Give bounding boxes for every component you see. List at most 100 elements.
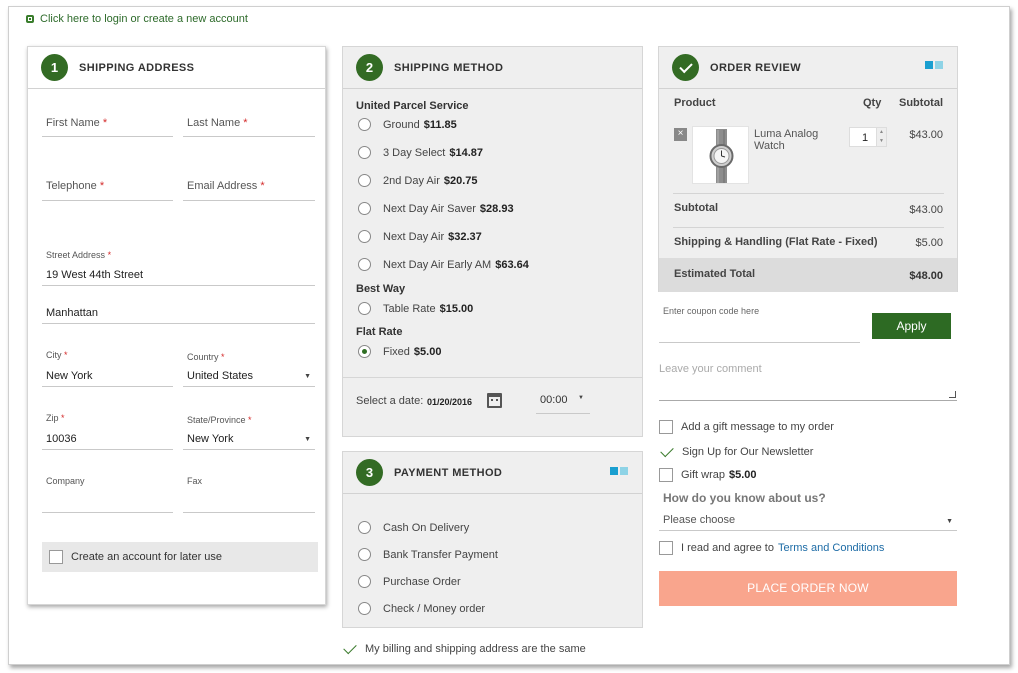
payment-method-panel: 3 PAYMENT METHOD Cash On Delivery Bank T…: [342, 451, 643, 628]
quantity-stepper[interactable]: 1 ▲ ▼: [849, 127, 887, 147]
fax-label: Fax: [187, 476, 203, 486]
rate-label: 2nd Day Air: [383, 174, 440, 187]
col-qty: Qty: [863, 97, 882, 109]
divider: [673, 193, 944, 194]
comment-textarea[interactable]: Leave your comment: [659, 360, 957, 401]
step-number-2: 2: [356, 54, 383, 81]
product-name[interactable]: Luma Analog Watch: [754, 128, 834, 152]
stepper-arrows-icon[interactable]: ▲ ▼: [876, 128, 886, 146]
radio-button[interactable]: [358, 174, 371, 187]
place-order-button[interactable]: PLACE ORDER NOW: [659, 571, 957, 606]
radio-button[interactable]: [358, 202, 371, 215]
shipping-method-header: 2 SHIPPING METHOD: [343, 47, 642, 89]
rate-price: $63.64: [495, 258, 529, 271]
email-field[interactable]: Email Address *: [183, 171, 315, 201]
login-link[interactable]: Click here to login or create a new acco…: [26, 13, 248, 25]
shipping-method-title: SHIPPING METHOD: [394, 61, 504, 74]
gift-wrap-price: $5.00: [729, 469, 757, 481]
step-number-3: 3: [356, 459, 383, 486]
login-link-text[interactable]: Click here to login or create a new acco…: [40, 13, 248, 25]
telephone-field[interactable]: Telephone *: [42, 171, 173, 201]
country-select[interactable]: Country * United States ▼: [183, 347, 315, 387]
street-line2-value: Manhattan: [46, 307, 98, 319]
shipping-handling-label: Shipping & Handling (Flat Rate - Fixed): [674, 236, 878, 248]
gift-wrap-option[interactable]: Gift wrap $5.00: [659, 468, 757, 482]
apply-coupon-button[interactable]: Apply: [872, 313, 951, 339]
first-name-field[interactable]: First Name *: [42, 107, 173, 137]
checkmark-icon[interactable]: [660, 443, 674, 457]
last-name-label: Last Name *: [187, 117, 248, 129]
rate-option[interactable]: 2nd Day Air $20.75: [358, 174, 478, 187]
fax-field[interactable]: Fax: [183, 473, 315, 513]
zip-value: 10036: [46, 433, 77, 445]
shipping-address-header: 1 SHIPPING ADDRESS: [28, 47, 325, 89]
estimated-total-row: Estimated Total $48.00: [659, 258, 957, 292]
company-field[interactable]: Company: [42, 473, 173, 513]
coupon-input[interactable]: Enter coupon code here: [659, 303, 860, 343]
radio-button[interactable]: [358, 118, 371, 131]
rate-option-selected[interactable]: Fixed $5.00: [358, 345, 441, 358]
billing-same-label: My billing and shipping address are the …: [365, 643, 586, 655]
radio-button[interactable]: [358, 602, 371, 615]
rate-option[interactable]: 3 Day Select $14.87: [358, 146, 483, 159]
date-label: Select a date:: [356, 395, 424, 407]
checkmark-icon[interactable]: [343, 640, 357, 654]
create-account-checkbox[interactable]: [49, 550, 63, 564]
payment-option-label: Check / Money order: [383, 602, 486, 615]
rate-price: $20.75: [443, 174, 478, 187]
radio-button[interactable]: [358, 302, 371, 315]
state-label: State/Province *: [187, 415, 252, 425]
terms-option[interactable]: I read and agree to Terms and Conditions: [659, 541, 884, 555]
terms-checkbox[interactable]: [659, 541, 673, 555]
calendar-icon[interactable]: [487, 393, 502, 408]
hear-about-label: How do you know about us?: [663, 491, 826, 505]
shipping-handling-value: $5.00: [915, 237, 943, 249]
state-select[interactable]: State/Province * New York ▼: [183, 410, 315, 450]
payment-option[interactable]: Bank Transfer Payment: [358, 548, 498, 561]
last-name-field[interactable]: Last Name *: [183, 107, 315, 137]
gift-wrap-checkbox[interactable]: [659, 468, 673, 482]
rate-option[interactable]: Next Day Air $32.37: [358, 230, 482, 243]
date-value[interactable]: 01/20/2016: [427, 397, 472, 407]
street-line1-field[interactable]: Street Address * 19 West 44th Street: [42, 245, 315, 286]
gift-message-checkbox[interactable]: [659, 420, 673, 434]
checkmark-icon: [672, 54, 699, 81]
rate-option[interactable]: Ground $11.85: [358, 118, 457, 131]
loading-dots-icon: [610, 467, 628, 475]
gift-wrap-label: Gift wrap: [681, 469, 726, 481]
first-name-label: First Name *: [46, 117, 108, 129]
time-select[interactable]: 00:00 ▼: [536, 390, 590, 414]
billing-same-option[interactable]: My billing and shipping address are the …: [343, 640, 586, 655]
create-account-option[interactable]: Create an account for later use: [42, 542, 318, 572]
chevron-down-icon: ▼: [578, 395, 584, 401]
radio-button[interactable]: [358, 521, 371, 534]
radio-button[interactable]: [358, 258, 371, 271]
city-value: New York: [46, 370, 93, 382]
payment-option[interactable]: Purchase Order: [358, 575, 461, 588]
remove-item-icon[interactable]: ×: [674, 128, 687, 141]
radio-button[interactable]: [358, 146, 371, 159]
rate-price: $14.87: [449, 146, 484, 159]
rate-option[interactable]: Next Day Air Saver $28.93: [358, 202, 514, 215]
city-field[interactable]: City * New York: [42, 347, 173, 387]
radio-button[interactable]: [358, 230, 371, 243]
delivery-date-row: Select a date: 01/20/2016 00:00 ▼: [343, 377, 642, 437]
radio-button[interactable]: [358, 575, 371, 588]
terms-link[interactable]: Terms and Conditions: [778, 542, 884, 554]
rate-price: $32.37: [448, 230, 482, 243]
order-review-header: ORDER REVIEW: [659, 47, 957, 89]
resize-handle-icon[interactable]: [949, 391, 956, 398]
payment-option-label: Bank Transfer Payment: [383, 548, 498, 561]
watch-icon: [709, 129, 734, 183]
rate-option[interactable]: Next Day Air Early AM $63.64: [358, 258, 529, 271]
radio-button[interactable]: [358, 548, 371, 561]
hear-about-select[interactable]: Please choose ▼: [659, 511, 957, 531]
payment-option[interactable]: Cash On Delivery: [358, 521, 469, 534]
zip-field[interactable]: Zip * 10036: [42, 410, 173, 450]
gift-message-option[interactable]: Add a gift message to my order: [659, 420, 834, 434]
rate-option[interactable]: Table Rate $15.00: [358, 302, 473, 315]
payment-option[interactable]: Check / Money order: [358, 602, 485, 615]
street-line2-field[interactable]: Manhattan: [42, 302, 315, 324]
radio-button-checked[interactable]: [358, 345, 371, 358]
newsletter-option[interactable]: Sign Up for Our Newsletter: [660, 443, 813, 458]
